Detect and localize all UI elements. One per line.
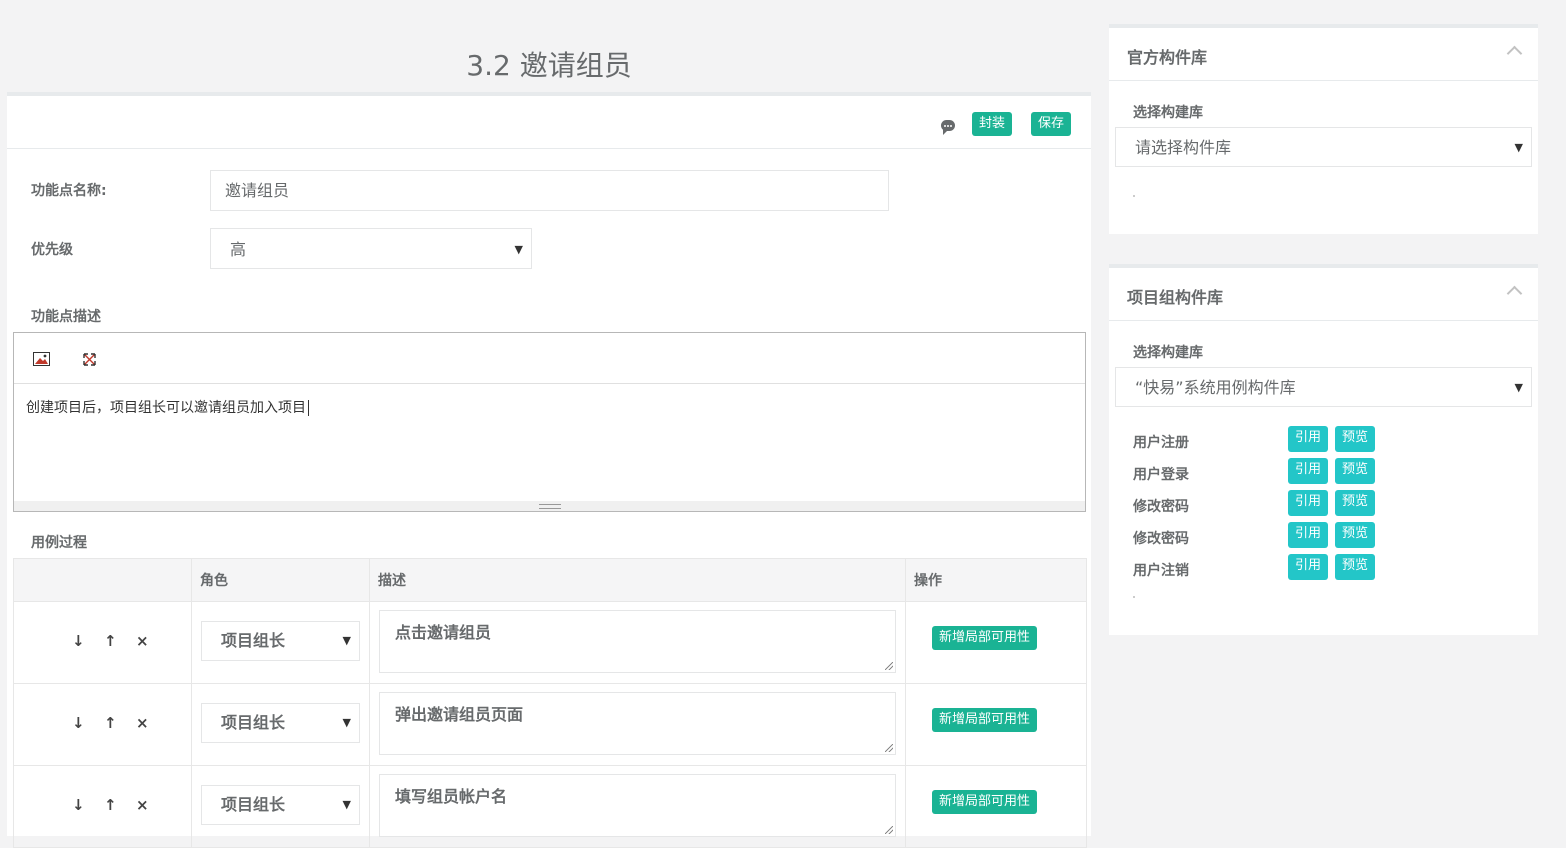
arrow-up-icon[interactable]: ↑ (104, 796, 136, 814)
project-library-panel: 项目组构件库 选择构建库 “快易”系统用例构件库 ▼ 用户注册 引用 预览 用户… (1109, 264, 1538, 635)
chevron-down-icon: ▼ (1514, 141, 1523, 154)
resize-icon[interactable] (885, 826, 893, 834)
component-name: 用户注销 (1133, 563, 1189, 579)
table-row: ↓ ↑ × 项目组长 ▼ 填写组员帐户名 新增局部可用性 (13, 765, 1087, 848)
official-library-header[interactable]: 官方构件库 (1109, 28, 1538, 81)
role-select[interactable]: 项目组长 ▼ (201, 621, 360, 661)
list-item: 修改密码 引用 预览 (1133, 522, 1433, 548)
priority-value: 高 (230, 240, 247, 259)
component-name: 修改密码 (1133, 499, 1189, 515)
resize-icon[interactable] (885, 744, 893, 752)
add-usability-button[interactable]: 新增局部可用性 (932, 790, 1038, 814)
list-item: 用户登录 引用 预览 (1133, 458, 1433, 484)
encapsulate-button[interactable]: 封装 (972, 112, 1013, 136)
chevron-up-icon[interactable] (1506, 285, 1523, 302)
official-select-label: 选择构建库 (1133, 105, 1203, 121)
project-library-title: 项目组构件库 (1127, 288, 1224, 307)
role-value: 项目组长 (221, 795, 286, 814)
table-row: ↓ ↑ × 项目组长 ▼ 弹出邀请组员页面 新增局部可用性 (13, 683, 1087, 766)
preview-button[interactable]: 预览 (1335, 554, 1376, 580)
preview-button[interactable]: 预览 (1335, 458, 1376, 484)
rich-text-editor[interactable]: 创建项目后，项目组长可以邀请组员加入项目 (13, 332, 1086, 512)
project-select-label: 选择构建库 (1133, 345, 1203, 361)
step-description-text: 点击邀请组员 (395, 623, 492, 642)
name-label: 功能点名称: (31, 183, 107, 199)
editor-text: 创建项目后，项目组长可以邀请组员加入项目 (26, 400, 306, 416)
preview-button[interactable]: 预览 (1335, 490, 1376, 516)
role-value: 项目组长 (221, 713, 286, 732)
official-select-value: 请选择构件库 (1135, 138, 1232, 157)
chevron-down-icon: ▼ (514, 243, 523, 256)
preview-button[interactable]: 预览 (1335, 522, 1376, 548)
project-library-header[interactable]: 项目组构件库 (1109, 268, 1538, 321)
add-usability-button[interactable]: 新增局部可用性 (932, 626, 1038, 650)
preview-button[interactable]: 预览 (1335, 426, 1376, 452)
close-icon[interactable]: × (136, 796, 168, 814)
cite-button[interactable]: 引用 (1288, 554, 1329, 580)
panel-toolbar: 封装 保存 (7, 96, 1091, 149)
component-name: 修改密码 (1133, 531, 1189, 547)
editor-content[interactable]: 创建项目后，项目组长可以邀请组员加入项目 (26, 397, 309, 417)
cite-button[interactable]: 引用 (1288, 490, 1329, 516)
priority-select[interactable]: 高 ▼ (210, 228, 532, 269)
step-description-text: 弹出邀请组员页面 (395, 705, 524, 724)
chevron-down-icon: ▼ (342, 634, 351, 647)
priority-label: 优先级 (31, 242, 73, 258)
image-icon[interactable] (33, 352, 50, 366)
role-value: 项目组长 (221, 631, 286, 650)
page-title: 3.2 邀请组员 (466, 49, 632, 82)
official-library-title: 官方构件库 (1127, 48, 1208, 67)
table-row: ↓ ↑ × 项目组长 ▼ 点击邀请组员 新增局部可用性 (13, 601, 1087, 684)
official-library-select[interactable]: 请选择构件库 ▼ (1115, 127, 1532, 167)
arrow-down-icon[interactable]: ↓ (72, 714, 104, 732)
official-library-panel: 官方构件库 选择构建库 请选择构件库 ▼ (1109, 24, 1538, 234)
description-label: 功能点描述 (31, 309, 101, 325)
arrow-down-icon[interactable]: ↓ (72, 796, 104, 814)
arrow-up-icon[interactable]: ↑ (104, 632, 136, 650)
add-usability-button[interactable]: 新增局部可用性 (932, 708, 1038, 732)
resize-icon[interactable] (885, 662, 893, 670)
close-icon[interactable]: × (136, 632, 168, 650)
chevron-up-icon[interactable] (1506, 45, 1523, 62)
role-select[interactable]: 项目组长 ▼ (201, 703, 360, 743)
list-item: 用户注销 引用 预览 (1133, 554, 1433, 580)
header-order (13, 558, 192, 602)
list-item: 用户注册 引用 预览 (1133, 426, 1433, 452)
chevron-down-icon: ▼ (342, 716, 351, 729)
chevron-down-icon: ▼ (1514, 381, 1523, 394)
arrow-down-icon[interactable]: ↓ (72, 632, 104, 650)
save-button[interactable]: 保存 (1031, 112, 1072, 136)
usecase-table: 角色 描述 操作 ↓ ↑ × 项目组长 ▼ 点击邀请组员 新增局部可用性 ↓ ↑ × 项目… (13, 558, 1087, 848)
cite-button[interactable]: 引用 (1288, 522, 1329, 548)
usecase-section-label: 用例过程 (31, 535, 87, 551)
step-description-input[interactable]: 填写组员帐户名 (379, 774, 896, 837)
component-name: 用户登录 (1133, 467, 1189, 483)
header-role: 角色 (191, 558, 370, 602)
project-library-select[interactable]: “快易”系统用例构件库 ▼ (1115, 367, 1532, 407)
component-name: 用户注册 (1133, 435, 1189, 451)
arrow-up-icon[interactable]: ↑ (104, 714, 136, 732)
divider-dot (1133, 195, 1135, 197)
step-description-input[interactable]: 弹出邀请组员页面 (379, 692, 896, 755)
function-point-panel: 封装 保存 功能点名称: 邀请组员 优先级 高 ▼ 功能点描述 创建项目后，项目… (7, 92, 1091, 848)
project-select-value: “快易”系统用例构件库 (1135, 378, 1296, 397)
step-description-text: 填写组员帐户名 (395, 787, 508, 806)
fullscreen-icon[interactable] (83, 353, 96, 366)
chevron-down-icon: ▼ (342, 798, 351, 811)
cite-button[interactable]: 引用 (1288, 426, 1329, 452)
list-item: 修改密码 引用 预览 (1133, 490, 1433, 516)
close-icon[interactable]: × (136, 714, 168, 732)
divider-dot (1133, 596, 1135, 598)
step-description-input[interactable]: 点击邀请组员 (379, 610, 896, 673)
comment-icon[interactable] (941, 120, 955, 135)
editor-resize-handle[interactable] (14, 501, 1085, 511)
header-description: 描述 (369, 558, 906, 602)
cite-button[interactable]: 引用 (1288, 458, 1329, 484)
role-select[interactable]: 项目组长 ▼ (201, 785, 360, 825)
name-input[interactable]: 邀请组员 (210, 170, 889, 211)
header-operation: 操作 (905, 558, 1087, 602)
editor-toolbar (14, 333, 1085, 384)
